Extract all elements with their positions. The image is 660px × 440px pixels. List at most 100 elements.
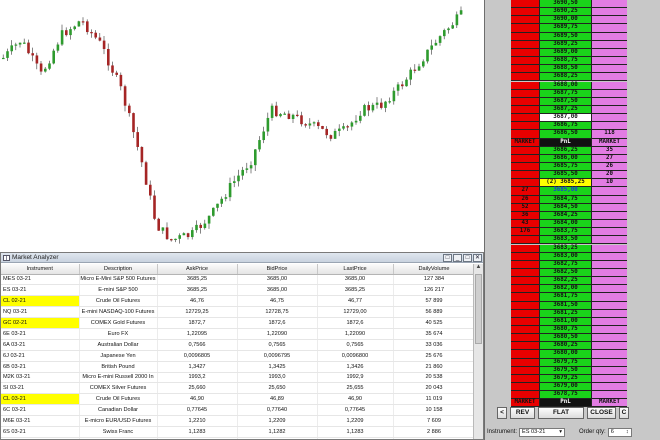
- close-position-button[interactable]: CLOSE: [587, 407, 616, 419]
- ask-cell[interactable]: [592, 350, 627, 359]
- ask-cell[interactable]: 26: [592, 163, 627, 172]
- bid-cell[interactable]: [511, 244, 540, 253]
- bid-cell[interactable]: [511, 0, 540, 9]
- bid-cell[interactable]: 176: [511, 228, 540, 237]
- price-chart[interactable]: [0, 0, 484, 252]
- ladder-row[interactable]: (2) 3685,25 10: [511, 179, 627, 188]
- ladder-row[interactable]: 3683,00: [511, 252, 627, 261]
- ladder-row[interactable]: 3682,25: [511, 277, 627, 286]
- table-row[interactable]: M2K 03-21 Micro E-mini Russell 2000 In 199…: [1, 372, 473, 384]
- ladder-row[interactable]: 3680,25: [511, 342, 627, 351]
- bid-cell[interactable]: [511, 163, 540, 172]
- ladder-row[interactable]: 52 3684,50: [511, 203, 627, 212]
- maximize-icon[interactable]: □: [463, 253, 472, 262]
- ask-cell[interactable]: [592, 57, 627, 66]
- table-row[interactable]: SI 03-21 COMEX Silver Futures 25,660 25,650…: [1, 382, 473, 395]
- ask-cell[interactable]: [592, 0, 627, 9]
- ask-cell[interactable]: [592, 342, 627, 351]
- ask-cell[interactable]: 118: [592, 130, 627, 139]
- bid-cell[interactable]: [511, 301, 540, 310]
- ask-cell[interactable]: [592, 383, 627, 392]
- ask-cell[interactable]: [592, 228, 627, 237]
- bid-cell[interactable]: [511, 40, 540, 49]
- ladder-row[interactable]: 3680,75: [511, 326, 627, 335]
- ladder-row[interactable]: 3682,75: [511, 260, 627, 269]
- c-button[interactable]: C: [619, 407, 629, 419]
- ask-cell[interactable]: [592, 252, 627, 261]
- ask-cell[interactable]: [592, 195, 627, 204]
- bid-cell[interactable]: [511, 81, 540, 90]
- bid-cell[interactable]: [511, 122, 540, 131]
- ask-cell[interactable]: [592, 260, 627, 269]
- column-header-instrument[interactable]: Instrument: [1, 264, 80, 275]
- table-row[interactable]: 6C 03-21 Canadian Dollar 0,77645 0,77640 0,7…: [1, 404, 473, 417]
- bid-cell[interactable]: [511, 342, 540, 351]
- ladder-row[interactable]: 3688,00: [511, 81, 627, 90]
- column-header-askprice[interactable]: AskPrice: [157, 264, 238, 275]
- bid-cell[interactable]: [511, 350, 540, 359]
- order-qty-stepper[interactable]: 6 ↕: [607, 427, 632, 437]
- ask-cell[interactable]: [592, 187, 627, 196]
- ask-cell[interactable]: 20: [592, 171, 627, 180]
- bid-cell[interactable]: [511, 358, 540, 367]
- minimize-icon[interactable]: _: [453, 253, 462, 262]
- ladder-row[interactable]: 3690,00: [511, 16, 627, 25]
- market-bid-label[interactable]: MARKET: [511, 138, 540, 147]
- ladder-row[interactable]: 3685,50 20: [511, 171, 627, 180]
- bid-cell[interactable]: [511, 57, 540, 66]
- ask-cell[interactable]: [592, 374, 627, 384]
- ask-cell[interactable]: [592, 309, 627, 318]
- restore-icon[interactable]: □: [443, 253, 452, 262]
- ladder-row[interactable]: 3681,75: [511, 293, 627, 302]
- table-row[interactable]: CL 03-21 Crude Oil Futures 46,90 46,89 46,90…: [1, 393, 473, 406]
- bid-cell[interactable]: [511, 48, 540, 58]
- ladder-row[interactable]: 3689,25: [511, 40, 627, 49]
- ask-cell[interactable]: [592, 293, 627, 302]
- bid-cell[interactable]: [511, 277, 540, 286]
- bid-cell[interactable]: [511, 114, 540, 123]
- flat-button[interactable]: FLAT: [538, 407, 584, 419]
- bid-cell[interactable]: 36: [511, 211, 540, 221]
- ladder-row[interactable]: 3680,00: [511, 350, 627, 359]
- ask-cell[interactable]: [592, 211, 627, 221]
- ladder-row[interactable]: 3682,50: [511, 268, 627, 278]
- bid-cell[interactable]: [511, 97, 540, 106]
- table-row[interactable]: GC 02-21 COMEX Gold Futures 1872,7 1872,6 18…: [1, 317, 473, 329]
- bid-cell[interactable]: [511, 391, 540, 400]
- table-row[interactable]: M6B 03-21E-micro GBP/USD Futures1,34271,…: [1, 437, 473, 439]
- ask-cell[interactable]: [592, 268, 627, 278]
- table-row[interactable]: 6B 03-21 British Pound 1,3427 1,3425 1,3426 2…: [1, 361, 473, 373]
- ladder-row[interactable]: 3686,00 27: [511, 154, 627, 163]
- table-row[interactable]: 6S 03-21 Swiss Franc 1,1283 1,1282 1,1283 2 8…: [1, 426, 473, 438]
- bid-cell[interactable]: [511, 8, 540, 17]
- ladder-row[interactable]: 3689,00: [511, 48, 627, 58]
- ladder-row[interactable]: 3689,50: [511, 32, 627, 41]
- bid-cell[interactable]: 27: [511, 187, 540, 196]
- ladder-row[interactable]: 3690,25: [511, 8, 627, 17]
- column-header-lastprice[interactable]: LastPrice: [317, 264, 394, 275]
- table-row[interactable]: ES 03-21 E-mini S&P 500 3685,25 3685,00 3685…: [1, 284, 473, 297]
- ladder-row[interactable]: 3679,50: [511, 366, 627, 375]
- table-row[interactable]: M6E 03-21 E-micro EUR/USD Futures 1,2210 1,…: [1, 415, 473, 427]
- ladder-row[interactable]: 3688,25: [511, 73, 627, 82]
- ask-cell[interactable]: [592, 366, 627, 375]
- vertical-scrollbar[interactable]: ▲: [473, 264, 483, 439]
- bid-cell[interactable]: [511, 65, 540, 74]
- bid-cell[interactable]: 43: [511, 220, 540, 229]
- ask-cell[interactable]: [592, 48, 627, 58]
- ladder-row[interactable]: 3683,25: [511, 244, 627, 253]
- pnl-label[interactable]: PnL: [540, 138, 592, 147]
- ladder-row[interactable]: 3687,00: [511, 114, 627, 123]
- rev-button[interactable]: REV: [510, 407, 535, 419]
- ask-cell[interactable]: 10: [592, 179, 627, 188]
- bid-cell[interactable]: [511, 130, 540, 139]
- ask-cell[interactable]: [592, 73, 627, 82]
- ladder-row[interactable]: 3680,50: [511, 334, 627, 343]
- bid-cell[interactable]: [511, 309, 540, 318]
- bid-cell[interactable]: [511, 317, 540, 326]
- ladder-row[interactable]: 3683,50: [511, 236, 627, 245]
- bid-cell[interactable]: [511, 16, 540, 25]
- bid-cell[interactable]: 26: [511, 195, 540, 204]
- bid-cell[interactable]: [511, 293, 540, 302]
- ask-cell[interactable]: [592, 97, 627, 106]
